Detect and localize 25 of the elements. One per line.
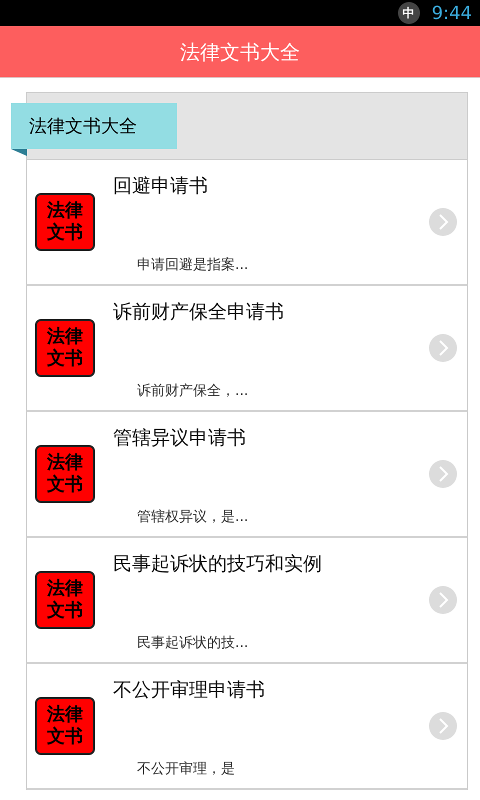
- chevron-right-icon: [429, 712, 457, 740]
- item-summary: 民事起诉状的技...: [136, 634, 250, 653]
- document-logo: 法律文书: [35, 697, 95, 755]
- chevron-right-icon: [429, 460, 457, 488]
- item-title: 回避申请书: [113, 174, 209, 199]
- document-logo: 法律文书: [35, 445, 95, 503]
- ribbon-label: 法律文书大全: [11, 103, 177, 149]
- document-logo: 法律文书: [35, 193, 95, 251]
- item-summary: 不公开审理，是: [136, 760, 236, 779]
- item-summary: 诉前财产保全，...: [136, 382, 250, 401]
- item-title: 管辖异议申请书: [113, 426, 247, 451]
- item-title: 不公开审理申请书: [113, 678, 266, 703]
- item-summary: 申请回避是指案...: [136, 256, 250, 275]
- item-title: 民事起诉状的技巧和实例: [113, 552, 323, 577]
- item-title: 诉前财产保全申请书: [113, 300, 285, 325]
- chevron-right-icon: [429, 208, 457, 236]
- ime-indicator: 中: [398, 2, 420, 24]
- chevron-right-icon: [429, 334, 457, 362]
- app-title: 法律文书大全: [180, 38, 300, 66]
- clock: 9:44: [432, 2, 472, 26]
- document-logo: 法律文书: [35, 571, 95, 629]
- item-summary: 管辖权异议，是...: [136, 508, 250, 527]
- ribbon-fold-icon: [11, 149, 27, 156]
- document-logo: 法律文书: [35, 319, 95, 377]
- chevron-right-icon: [429, 586, 457, 614]
